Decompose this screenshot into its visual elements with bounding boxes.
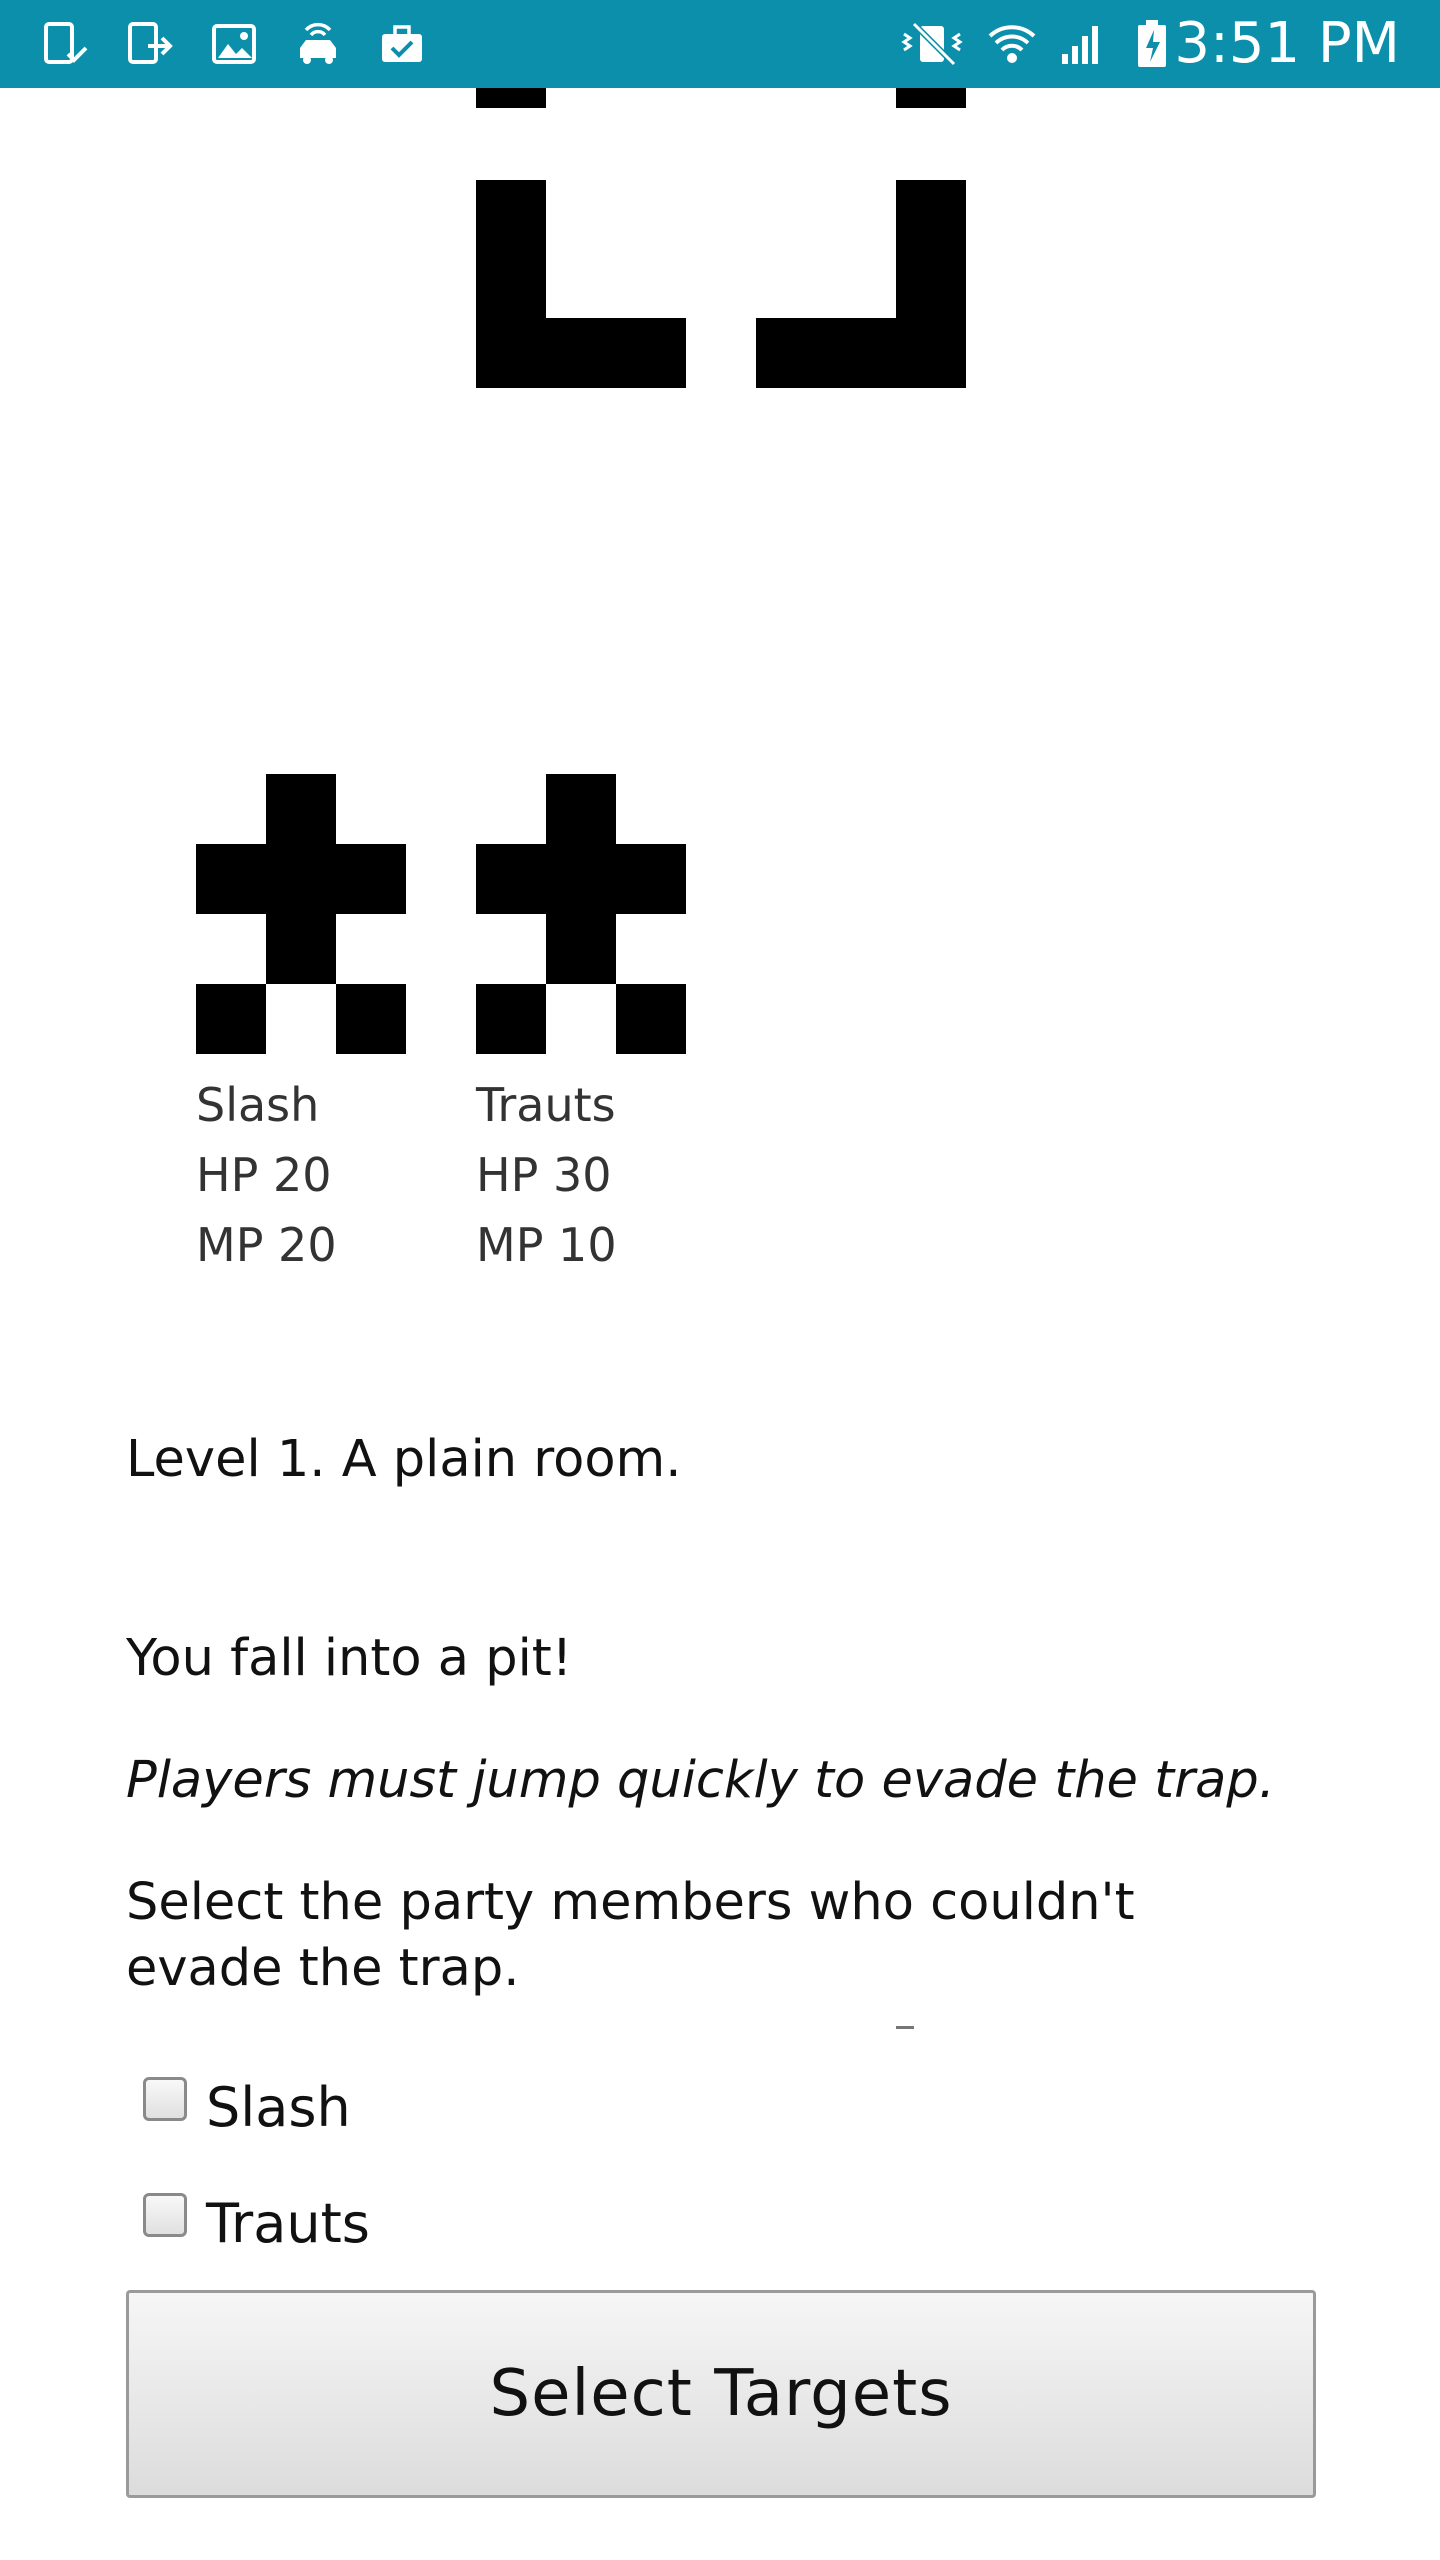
member-mp: MP 20 [196, 1218, 337, 1272]
button-label: Select Targets [489, 2357, 953, 2431]
member-name: Slash [196, 1078, 320, 1132]
bracket-top-right [896, 88, 966, 108]
checkbox-slash[interactable] [143, 2077, 187, 2121]
party-member-stats: Trauts HP 30 MP 10 [476, 1070, 617, 1280]
prompt-text: Select the party members who couldn't ev… [126, 1873, 1135, 1998]
select-targets-button[interactable]: Select Targets [126, 2290, 1316, 2498]
image-icon [208, 18, 260, 70]
clock: 3:51 PM [1174, 11, 1400, 76]
level-description: Level 1. A plain room. [126, 1430, 682, 1489]
party-member-sprite [476, 774, 686, 1054]
member-mp: MP 10 [476, 1218, 617, 1272]
car-wifi-icon [292, 18, 344, 70]
bracket-bottom-left-horizontal [476, 318, 686, 388]
tablet-check-icon [40, 18, 92, 70]
party-member-stats: Slash HP 20 MP 20 [196, 1070, 337, 1280]
vibrate-icon [896, 18, 968, 70]
member-name: Trauts [476, 1078, 616, 1132]
bracket-top-left [476, 88, 546, 108]
hint-text: Players must jump quickly to evade the t… [126, 1751, 1275, 1810]
party-member-sprite [196, 774, 406, 1054]
divider-mark [896, 2026, 914, 2029]
checkbox-label[interactable]: Slash [206, 2078, 351, 2138]
status-bar: 3:51 PM [0, 0, 1440, 88]
wifi-icon [986, 18, 1038, 70]
checkbox-label[interactable]: Trauts [206, 2194, 370, 2254]
bracket-bottom-right-horizontal [756, 318, 966, 388]
checkbox-trauts[interactable] [143, 2193, 187, 2237]
briefcase-check-icon [376, 18, 428, 70]
battery-charging-icon [1132, 18, 1172, 70]
tablet-exit-icon [124, 18, 176, 70]
event-text: You fall into a pit! [126, 1629, 573, 1688]
member-hp: HP 30 [476, 1148, 612, 1202]
cell-signal-icon [1056, 18, 1108, 70]
member-hp: HP 20 [196, 1148, 332, 1202]
